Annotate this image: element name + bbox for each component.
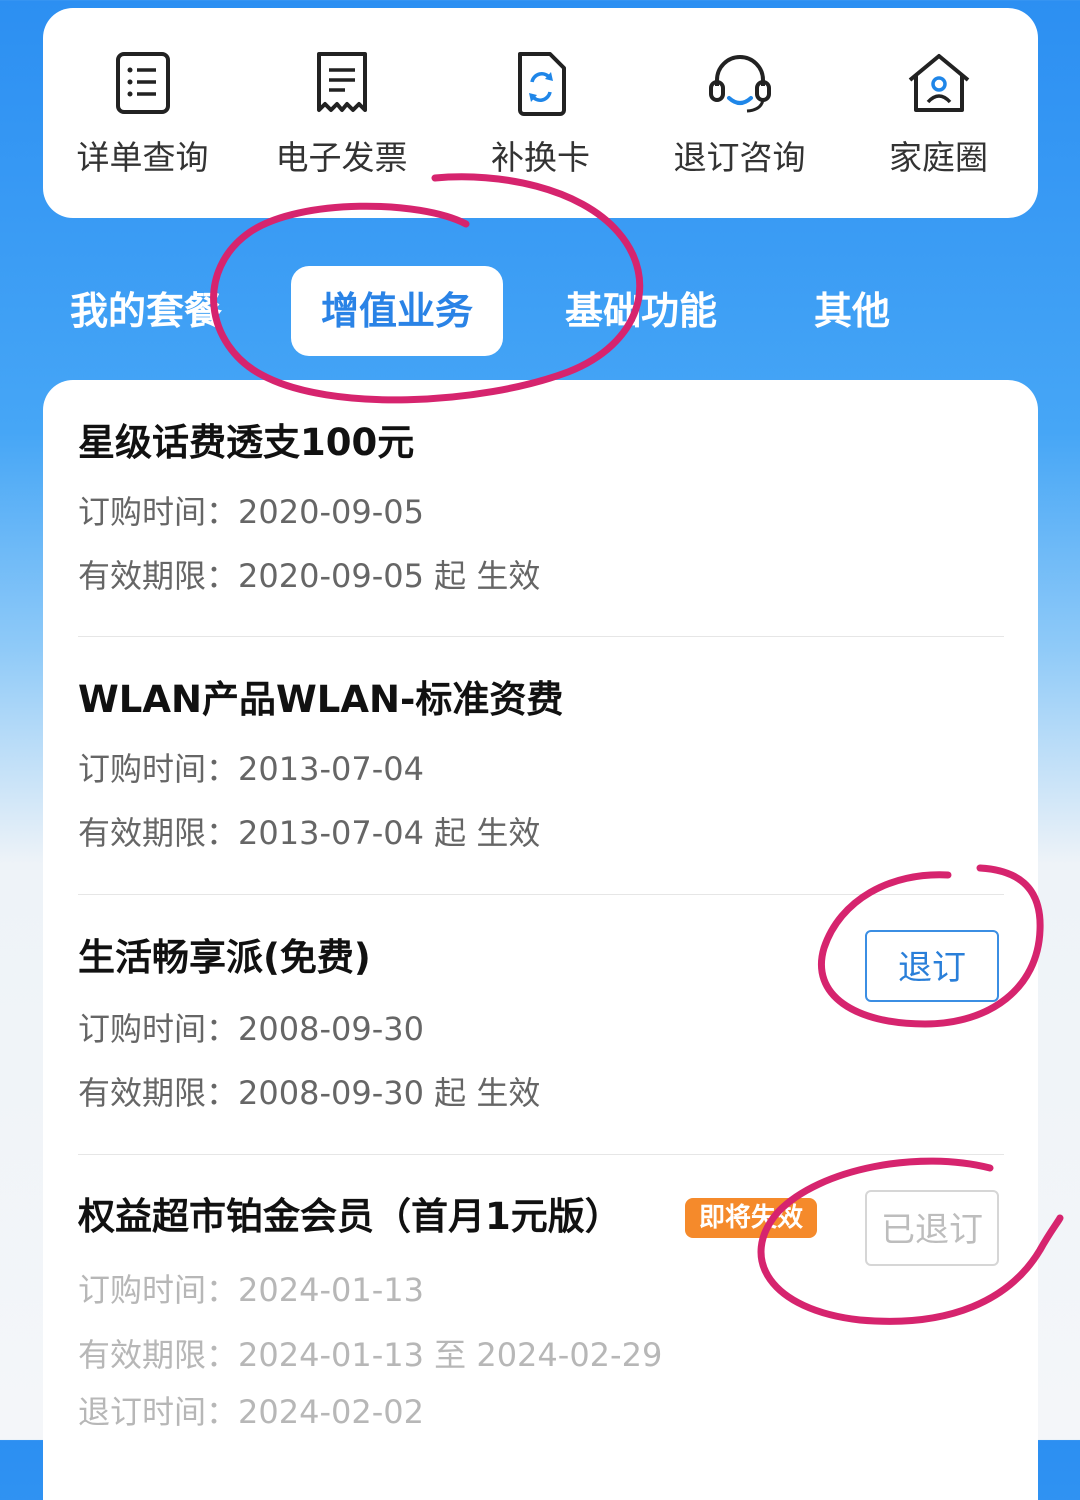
sim-swap-icon: [517, 52, 566, 116]
divider: [78, 1154, 1004, 1155]
quick-action-label: 家庭圈: [889, 138, 988, 177]
divider: [78, 894, 1004, 895]
list-item: 星级话费透支100元 订购时间：2020-09-05 有效期限：2020-09-…: [78, 418, 1004, 618]
service-name: 权益超市铂金会员（首月1元版）: [78, 1195, 622, 1238]
service-name: WLAN产品WLAN-标准资费: [78, 678, 564, 721]
category-tabs: 我的套餐 增值业务 基础功能 其他: [0, 262, 1080, 362]
expiring-badge: 即将失效: [685, 1198, 818, 1238]
tab-basic-functions[interactable]: 基础功能: [565, 266, 717, 356]
quick-action-family-circle[interactable]: 家庭圈: [839, 48, 1038, 178]
quick-action-label: 退订咨询: [673, 138, 806, 177]
order-time: 订购时间：2024-01-13: [78, 1271, 424, 1309]
quick-actions-card: 详单查询 电子发票 补换卡 退订咨询 家庭圈: [43, 8, 1038, 218]
unsubscribe-button[interactable]: 退订: [865, 930, 999, 1002]
order-time: 订购时间：2013-07-04: [78, 750, 424, 788]
valid-period: 有效期限：2024-01-13 至 2024-02-29: [78, 1336, 663, 1374]
order-time: 订购时间：2008-09-30: [78, 1010, 424, 1048]
quick-action-label: 电子发票: [275, 138, 408, 177]
quick-action-detail-query[interactable]: 详单查询: [43, 48, 242, 178]
list-icon: [115, 52, 170, 114]
tab-other[interactable]: 其他: [814, 266, 890, 356]
tab-my-plan[interactable]: 我的套餐: [70, 266, 222, 356]
quick-action-unsubscribe-consult[interactable]: 退订咨询: [640, 48, 839, 178]
quick-action-label: 补换卡: [491, 138, 590, 177]
home-user-icon: [908, 54, 969, 112]
receipt-icon: [316, 52, 367, 112]
service-list: 星级话费透支100元 订购时间：2020-09-05 有效期限：2020-09-…: [43, 380, 1038, 1500]
unsubscribed-button: 已退订: [865, 1190, 999, 1266]
valid-period: 有效期限：2020-09-05 起 生效: [78, 557, 541, 595]
valid-period: 有效期限：2008-09-30 起 生效: [78, 1074, 541, 1112]
service-name: 生活畅享派(免费): [78, 936, 371, 979]
quick-action-e-invoice[interactable]: 电子发票: [242, 48, 441, 178]
service-name: 星级话费透支100元: [78, 421, 415, 464]
headset-icon: [708, 55, 771, 113]
tab-value-added-services[interactable]: 增值业务: [291, 266, 503, 356]
order-time: 订购时间：2020-09-05: [78, 493, 424, 531]
list-item: WLAN产品WLAN-标准资费 订购时间：2013-07-04 有效期限：201…: [78, 675, 1004, 875]
unsubscribe-time: 退订时间：2024-02-02: [78, 1393, 424, 1431]
valid-period: 有效期限：2013-07-04 起 生效: [78, 814, 541, 852]
divider: [78, 636, 1004, 637]
quick-action-label: 详单查询: [76, 138, 209, 177]
quick-action-sim-replace[interactable]: 补换卡: [441, 48, 640, 178]
